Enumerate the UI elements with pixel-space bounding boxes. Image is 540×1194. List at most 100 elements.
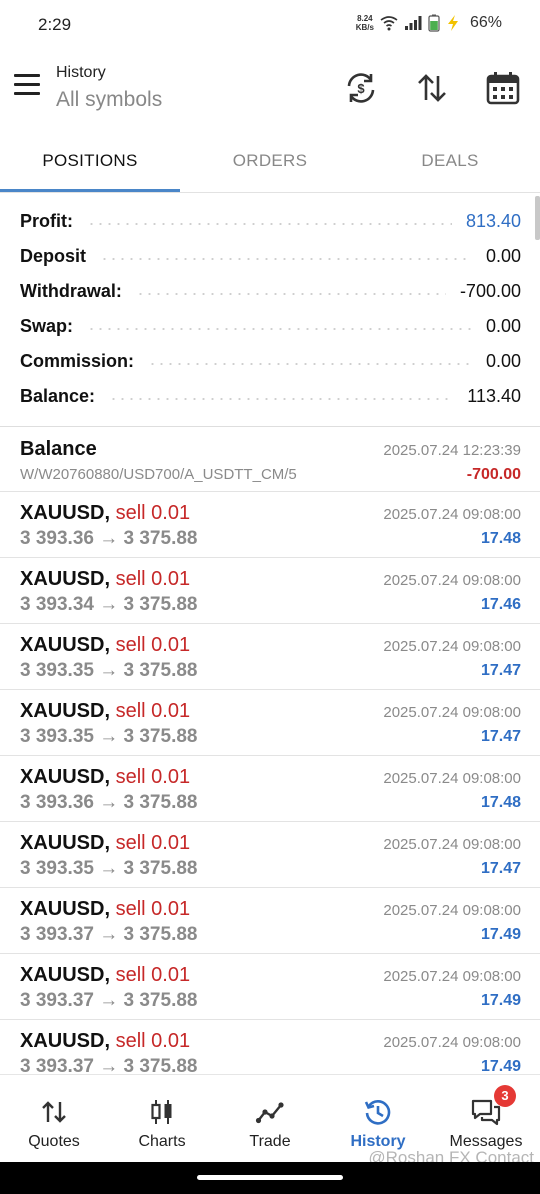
position-datetime: 2025.07.24 09:08:00 — [383, 572, 521, 589]
position-profit: 17.47 — [480, 860, 521, 877]
position-row[interactable]: XAUUSD, sell 0.01 3 393.35 → 3 375.88 20… — [0, 822, 540, 888]
position-profit: 17.47 — [480, 662, 521, 679]
summary-row-profit: Profit: 813.40 — [20, 204, 521, 239]
app-header: History All symbols $ — [0, 50, 540, 132]
wifi-icon — [380, 16, 398, 31]
quotes-arrows-icon — [42, 1101, 66, 1123]
position-prices: 3 393.34 → 3 375.88 — [20, 594, 198, 615]
summary-label: Profit: — [20, 211, 73, 231]
trend-line-icon — [255, 1102, 284, 1124]
position-title: XAUUSD, sell 0.01 — [20, 634, 190, 657]
position-datetime: 2025.07.24 09:08:00 — [383, 506, 521, 523]
dotted-leader — [109, 397, 454, 400]
tab-orders[interactable]: ORDERS — [180, 136, 360, 192]
position-datetime: 2025.07.24 09:08:00 — [383, 836, 521, 853]
position-datetime: 2025.07.24 09:08:00 — [383, 902, 521, 919]
candlestick-icon — [151, 1100, 172, 1124]
summary-row-swap: Swap: 0.00 — [20, 309, 521, 344]
position-side: sell 0.01 — [115, 1030, 191, 1052]
history-list: Balance W/W20760880/USD700/A_USDTT_CM/5 … — [0, 428, 540, 1086]
position-profit: 17.48 — [480, 794, 521, 811]
position-symbol: XAUUSD, — [20, 502, 111, 524]
battery-percentage: 66% — [469, 14, 502, 31]
tab-deals[interactable]: DEALS — [360, 136, 540, 192]
status-time: 2:29 — [38, 15, 72, 34]
position-row[interactable]: XAUUSD, sell 0.01 3 393.36 → 3 375.88 20… — [0, 756, 540, 822]
summary-label: Deposit — [20, 246, 87, 266]
sync-currency-icon[interactable]: $ — [343, 70, 379, 106]
position-row[interactable]: XAUUSD, sell 0.01 3 393.34 → 3 375.88 20… — [0, 558, 540, 624]
network-speed-value: 8.24 — [357, 14, 373, 23]
position-title: XAUUSD, sell 0.01 — [20, 1030, 190, 1053]
position-datetime: 2025.07.24 09:08:00 — [383, 770, 521, 787]
sort-icon[interactable] — [414, 70, 450, 106]
scrollbar[interactable] — [535, 196, 540, 240]
operation-datetime: 2025.07.24 12:23:39 — [383, 442, 521, 459]
operation-title: Balance — [20, 438, 97, 460]
balance-operation-row[interactable]: Balance W/W20760880/USD700/A_USDTT_CM/5 … — [0, 428, 540, 492]
position-side: sell 0.01 — [115, 568, 191, 590]
summary-row-balance: Balance: 113.40 — [20, 379, 521, 414]
position-prices: 3 393.37 → 3 375.88 — [20, 924, 198, 945]
position-row[interactable]: XAUUSD, sell 0.01 3 393.36 → 3 375.88 20… — [0, 492, 540, 558]
nav-label: Quotes — [28, 1133, 80, 1150]
signal-icon — [404, 16, 422, 30]
position-profit: 17.46 — [480, 596, 521, 613]
position-title: XAUUSD, sell 0.01 — [20, 898, 190, 921]
position-symbol: XAUUSD, — [20, 700, 111, 722]
calendar-icon[interactable] — [485, 70, 521, 106]
tabs-divider — [0, 192, 540, 193]
position-row[interactable]: XAUUSD, sell 0.01 3 393.37 → 3 375.88 20… — [0, 954, 540, 1020]
position-symbol: XAUUSD, — [20, 832, 111, 854]
page-title: History — [56, 64, 106, 81]
dotted-leader — [100, 257, 472, 260]
menu-icon[interactable] — [14, 74, 42, 98]
unread-badge: 3 — [494, 1085, 516, 1107]
home-gesture-bar[interactable] — [197, 1175, 343, 1180]
position-profit: 17.49 — [480, 992, 521, 1009]
position-row[interactable]: XAUUSD, sell 0.01 3 393.35 → 3 375.88 20… — [0, 690, 540, 756]
summary-value: 0.00 — [485, 351, 521, 371]
position-profit: 17.47 — [480, 728, 521, 745]
nav-label: Charts — [138, 1133, 186, 1150]
position-side: sell 0.01 — [115, 964, 191, 986]
position-datetime: 2025.07.24 09:08:00 — [383, 1034, 521, 1051]
battery-icon — [428, 14, 440, 32]
status-indicators: 8.24 KB/s 66% — [356, 14, 502, 32]
summary-value: 0.00 — [485, 246, 521, 266]
charging-bolt-icon — [447, 15, 458, 31]
summary-row-deposit: Deposit 0.00 — [20, 239, 521, 274]
position-title: XAUUSD, sell 0.01 — [20, 502, 190, 525]
position-prices: 3 393.36 → 3 375.88 — [20, 528, 198, 549]
nav-quotes[interactable]: Quotes — [0, 1075, 108, 1162]
position-symbol: XAUUSD, — [20, 568, 111, 590]
operation-amount: -700.00 — [466, 466, 521, 483]
position-prices: 3 393.35 → 3 375.88 — [20, 726, 198, 747]
summary-label: Commission: — [20, 351, 135, 371]
position-title: XAUUSD, sell 0.01 — [20, 568, 190, 591]
network-speed-unit: KB/s — [355, 23, 374, 32]
symbol-filter[interactable]: All symbols — [56, 88, 162, 112]
header-titles: History All symbols — [56, 64, 162, 112]
position-symbol: XAUUSD, — [20, 634, 111, 656]
nav-label: Trade — [249, 1133, 291, 1150]
history-tabs: POSITIONS ORDERS DEALS — [0, 136, 540, 192]
position-row[interactable]: XAUUSD, sell 0.01 3 393.35 → 3 375.88 20… — [0, 624, 540, 690]
nav-charts[interactable]: Charts — [108, 1075, 216, 1162]
summary-value: 113.40 — [467, 386, 521, 406]
operation-reference: W/W20760880/USD700/A_USDTT_CM/5 — [20, 466, 297, 483]
position-symbol: XAUUSD, — [20, 898, 111, 920]
position-side: sell 0.01 — [115, 700, 191, 722]
position-prices: 3 393.35 → 3 375.88 — [20, 660, 198, 681]
position-side: sell 0.01 — [115, 898, 191, 920]
dotted-leader — [87, 327, 472, 330]
tab-positions[interactable]: POSITIONS — [0, 136, 180, 192]
position-row[interactable]: XAUUSD, sell 0.01 3 393.37 → 3 375.88 20… — [0, 888, 540, 954]
summary-value: -700.00 — [459, 281, 521, 301]
summary-label: Balance: — [20, 386, 96, 406]
summary-row-withdrawal: Withdrawal: -700.00 — [20, 274, 521, 309]
nav-trade[interactable]: Trade — [216, 1075, 324, 1162]
position-symbol: XAUUSD, — [20, 964, 111, 986]
summary-row-commission: Commission: 0.00 — [20, 344, 521, 379]
summary-label: Withdrawal: — [20, 281, 122, 301]
